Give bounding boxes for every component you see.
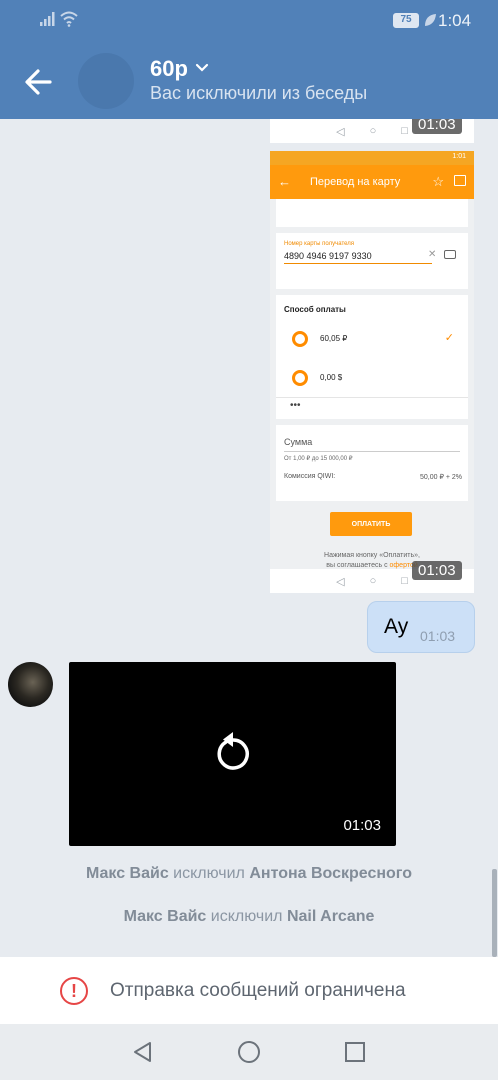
- system-message: Макс Вайс исключил Nail Arcane: [0, 908, 498, 926]
- qiwi-icon: [292, 370, 308, 386]
- payment-option-label: 0,00 $: [320, 373, 343, 382]
- battery-icon: 75: [393, 13, 419, 28]
- chevron-down-icon[interactable]: [195, 62, 209, 74]
- system-navigation-bar: [0, 1024, 498, 1080]
- sum-section: Сумма От 1,00 ₽ до 15 000,00 ₽ Комиссия …: [276, 425, 468, 501]
- offer-note-line1: Нажимая кнопку «Оплатить»,: [324, 552, 420, 559]
- screenshot-app-bar: ← Перевод на карту ☆: [270, 165, 474, 199]
- payment-option: 0,00 $: [284, 368, 460, 388]
- nav-recent-icon: □: [401, 575, 408, 587]
- restricted-bar: ! Отправка сообщений ограничена: [0, 957, 498, 1024]
- card-underline: [284, 263, 432, 264]
- nav-recent-icon: □: [401, 125, 408, 137]
- comment-icon: [454, 175, 466, 186]
- back-arrow-icon[interactable]: [20, 62, 60, 102]
- card-number-value: 4890 4946 9197 9330: [284, 251, 372, 261]
- message-list[interactable]: ◁ ○ □ 01:03 1:01 ← Перевод на карту ☆ Но…: [0, 119, 498, 957]
- system-target[interactable]: Nail Arcane: [287, 908, 374, 925]
- payment-option-label: 60,05 ₽: [320, 334, 348, 343]
- qiwi-icon: [292, 331, 308, 347]
- pay-button: ОПЛАТИТЬ: [330, 512, 412, 536]
- chat-title[interactable]: 60р: [150, 56, 188, 82]
- card-number-section: Номер карты получателя 4890 4946 9197 93…: [276, 233, 468, 289]
- nav-back-icon: ◁: [336, 575, 345, 588]
- card-number-label: Номер карты получателя: [284, 241, 355, 247]
- divider: [276, 397, 468, 398]
- nav-home-icon[interactable]: [237, 1040, 261, 1064]
- chat-subtitle: Вас исключили из беседы: [150, 83, 368, 103]
- restricted-text: Отправка сообщений ограничена: [110, 980, 406, 1001]
- payment-option: 60,05 ₽ ✓: [284, 329, 460, 349]
- sum-label: Сумма: [284, 437, 313, 447]
- offer-note-text: вы соглашаетесь с: [326, 562, 390, 569]
- sum-hint: От 1,00 ₽ до 15 000,00 ₽: [284, 456, 353, 462]
- wifi-icon: [60, 11, 78, 27]
- system-verb: исключил: [210, 908, 283, 925]
- image-attachment[interactable]: ◁ ○ □ 01:03: [270, 119, 474, 143]
- camera-icon: [444, 250, 456, 259]
- power-saver-icon: [425, 14, 436, 26]
- system-verb: исключил: [173, 865, 245, 882]
- screenshot-title: Перевод на карту: [310, 176, 401, 188]
- system-target[interactable]: Антона Воскресного: [249, 865, 412, 882]
- sender-avatar[interactable]: [8, 662, 53, 707]
- fee-label: Комиссия QIWI:: [284, 473, 336, 480]
- scrollbar[interactable]: [492, 869, 497, 957]
- message-time: 01:03: [412, 119, 462, 134]
- warning-icon: !: [60, 977, 88, 1005]
- system-actor[interactable]: Макс Вайс: [86, 865, 169, 882]
- screenshot-status-bar: 1:01: [270, 151, 474, 165]
- status-time: 1:04: [438, 11, 472, 30]
- nav-home-icon: ○: [369, 125, 377, 137]
- message-text: Ау: [384, 615, 409, 638]
- clear-icon: ✕: [428, 249, 437, 260]
- nav-back-icon[interactable]: [131, 1040, 155, 1064]
- check-icon: ✓: [444, 332, 454, 344]
- video-attachment[interactable]: 01:03: [69, 662, 396, 846]
- chat-avatar[interactable]: [78, 53, 134, 109]
- arrow-left-icon: ←: [278, 174, 291, 189]
- card-blank: [276, 199, 468, 227]
- sum-underline: [284, 451, 460, 452]
- more-dots: •••: [290, 400, 301, 411]
- screenshot-status-time: 1:01: [452, 153, 466, 160]
- fee-value: 50,00 ₽ + 2%: [419, 474, 462, 481]
- chat-header: 75 1:04 60р Вас исключили из беседы: [0, 0, 498, 119]
- signal-icon: [40, 12, 55, 26]
- payment-method-section: Способ оплаты 60,05 ₽ ✓ 0,00 $ •••: [276, 295, 468, 419]
- nav-home-icon: ○: [369, 575, 377, 587]
- system-actor[interactable]: Макс Вайс: [124, 908, 207, 925]
- message-time: 01:03: [412, 561, 462, 580]
- message-time: 01:03: [420, 628, 456, 644]
- nav-back-icon: ◁: [336, 125, 345, 138]
- image-attachment[interactable]: 1:01 ← Перевод на карту ☆ Номер карты по…: [270, 151, 474, 593]
- payment-title: Способ оплаты: [284, 305, 346, 314]
- replay-icon[interactable]: [214, 730, 252, 772]
- system-message: Макс Вайс исключил Антона Воскресного: [0, 865, 498, 883]
- outgoing-message[interactable]: Ау 01:03: [367, 601, 475, 653]
- nav-recent-icon[interactable]: [343, 1040, 367, 1064]
- status-bar: 75 1:04: [0, 0, 498, 42]
- star-icon: ☆: [432, 174, 444, 189]
- video-duration: 01:03: [343, 817, 381, 834]
